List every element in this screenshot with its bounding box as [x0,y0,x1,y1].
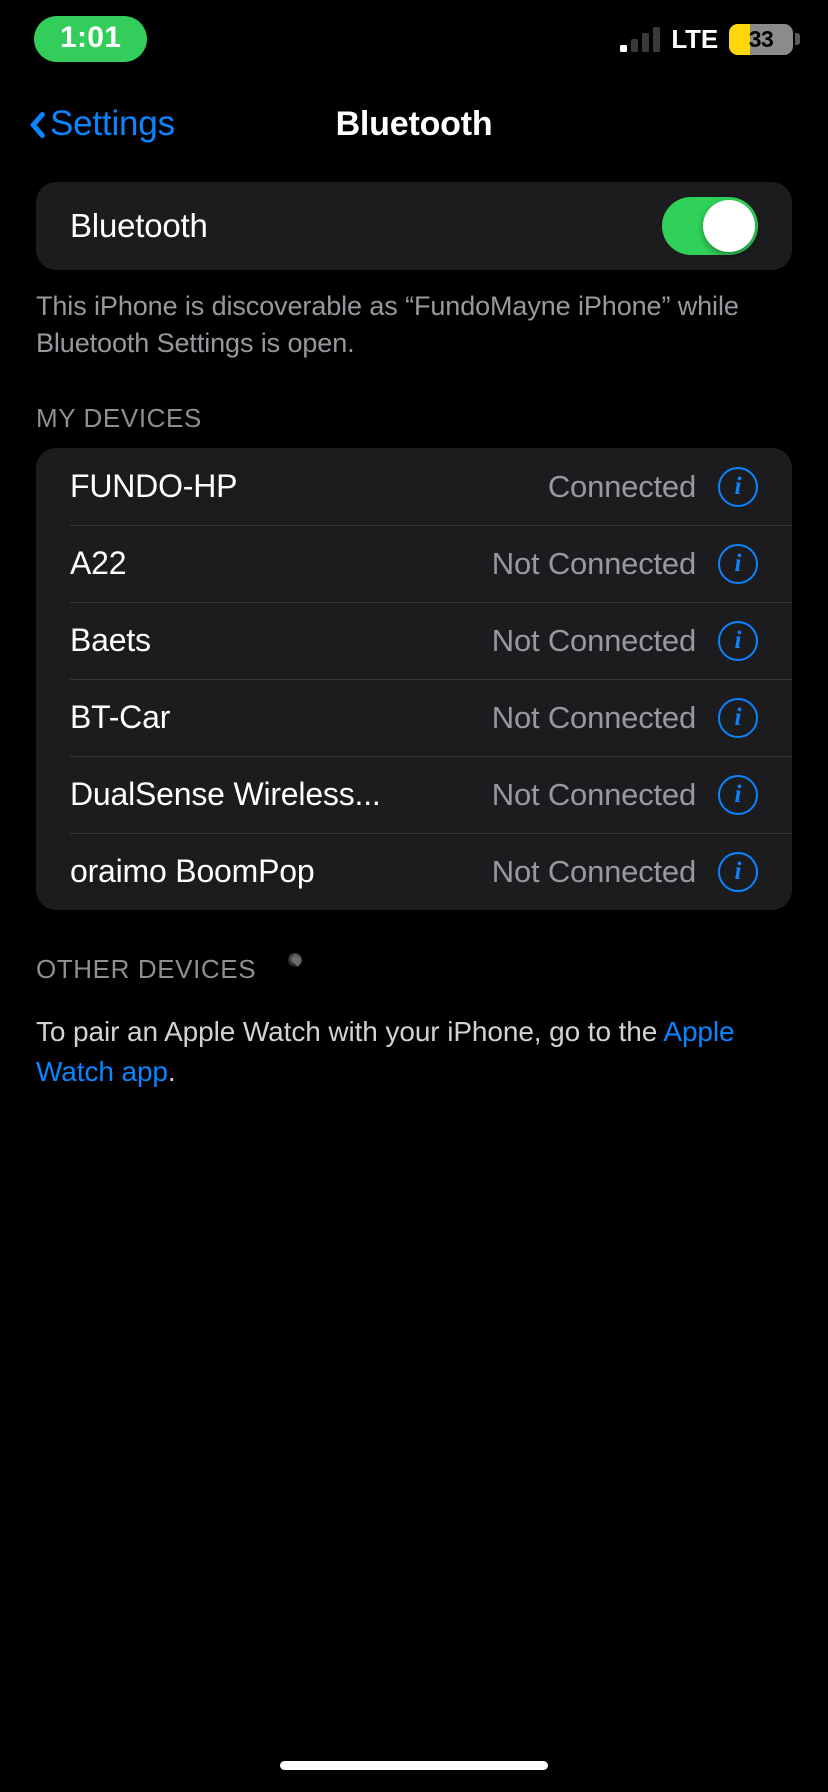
device-connection-status: Connected [547,468,696,504]
device-row[interactable]: BT-Car Not Connected i [36,679,792,756]
cellular-signal-icon [620,26,661,52]
device-name: A22 [70,545,127,582]
battery-icon: 33 [729,23,800,55]
device-connection-status: Not Connected [491,622,696,658]
navigation-bar: Settings Bluetooth [0,96,828,152]
device-name: oraimo BoomPop [70,853,315,890]
my-devices-list: FUNDO-HP Connected i A22 Not Connected i Baets… [36,448,792,911]
pair-note-prefix: To pair an Apple Watch with your iPhone,… [36,1016,664,1048]
settings-content: Bluetooth This iPhone is discoverable as… [0,182,828,1091]
iphone-bluetooth-settings-screen: 1:01 LTE 33 Settings Bluetooth Bluetooth… [0,0,828,1792]
info-icon[interactable]: i [718,543,758,584]
device-row[interactable]: DualSense Wireless... Not Connected i [36,756,792,833]
battery-percent: 33 [748,25,774,52]
info-icon[interactable]: i [718,620,758,661]
device-connection-status: Not Connected [491,776,696,812]
info-icon[interactable]: i [718,466,758,507]
device-name: Baets [70,622,151,659]
info-icon[interactable]: i [718,851,758,892]
battery-tip [795,33,800,45]
info-icon[interactable]: i [718,774,758,815]
my-devices-header: MY DEVICES [36,403,792,434]
status-bar-right: LTE 33 [620,23,800,55]
bluetooth-toggle-label: Bluetooth [70,207,208,244]
other-devices-header-label: OTHER DEVICES [36,953,257,984]
device-row[interactable]: oraimo BoomPop Not Connected i [36,833,792,910]
bluetooth-switch[interactable] [662,197,758,255]
device-name: BT-Car [70,699,171,736]
my-devices-header-label: MY DEVICES [36,403,202,434]
other-devices-header: OTHER DEVICES [36,952,792,986]
status-time-pill[interactable]: 1:01 [34,16,148,62]
device-row[interactable]: FUNDO-HP Connected i [36,448,792,525]
carrier-label: LTE [671,23,718,54]
device-connection-status: Not Connected [491,545,696,581]
status-bar: 1:01 LTE 33 [0,0,828,78]
device-name: DualSense Wireless... [70,776,381,813]
apple-watch-pair-note: To pair an Apple Watch with your iPhone,… [36,1012,792,1090]
discoverable-note: This iPhone is discoverable as “FundoMay… [36,291,739,358]
pair-note-suffix: . [167,1055,176,1087]
scanning-spinner-icon [278,952,312,986]
bluetooth-switch-knob [703,200,755,252]
battery-fill [729,23,751,55]
info-icon[interactable]: i [718,697,758,738]
device-connection-status: Not Connected [491,699,696,735]
device-row[interactable]: A22 Not Connected i [36,525,792,602]
page-title: Bluetooth [335,104,493,143]
device-row[interactable]: Baets Not Connected i [36,602,792,679]
home-indicator[interactable] [280,1761,548,1770]
bluetooth-toggle-card: Bluetooth [36,182,792,270]
device-connection-status: Not Connected [491,853,696,889]
device-name: FUNDO-HP [70,468,238,505]
bluetooth-toggle-row[interactable]: Bluetooth [36,182,792,270]
